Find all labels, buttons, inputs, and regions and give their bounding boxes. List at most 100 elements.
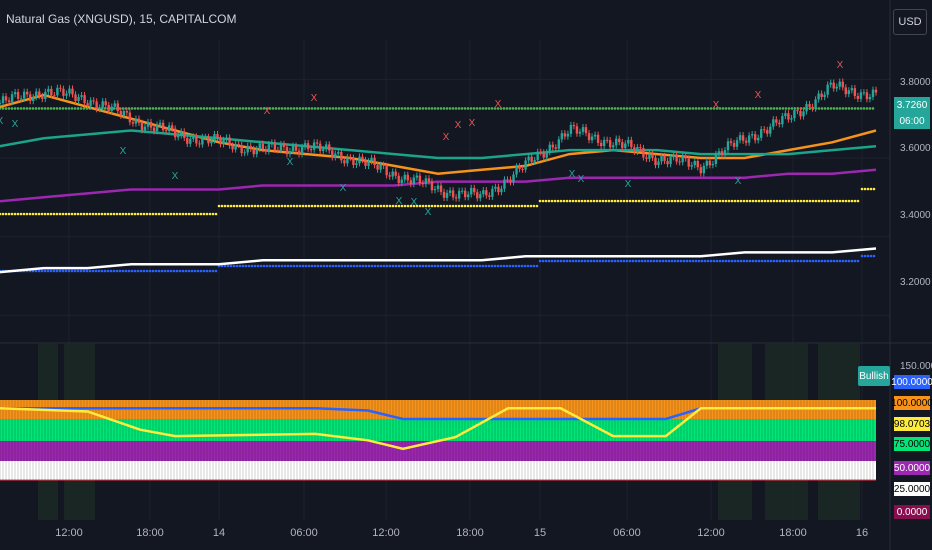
last-price-dot	[22, 107, 26, 110]
candle-body	[548, 144, 551, 153]
support-dot	[808, 199, 812, 203]
candle-body	[35, 91, 38, 98]
chart-title: Natural Gas (XNGUSD), 15, CAPITALCOM	[6, 12, 237, 26]
support-dot	[304, 204, 308, 208]
last-price-dot	[136, 107, 140, 110]
support-dot	[166, 212, 170, 216]
support-dot	[181, 212, 185, 216]
last-price-dot	[322, 107, 326, 110]
support-dot	[361, 264, 365, 268]
support-dot	[283, 204, 287, 208]
support-dot	[496, 204, 500, 208]
signal-x-marker: X	[578, 174, 585, 185]
last-price-dot	[298, 107, 302, 110]
support-dot	[79, 212, 83, 216]
last-price-dot	[775, 107, 779, 110]
candle-body	[485, 190, 488, 196]
support-dot	[721, 259, 725, 263]
candle-body	[19, 98, 23, 100]
y-tick-label: 3.4000	[900, 210, 931, 221]
support-dot	[772, 199, 776, 203]
support-dot	[172, 269, 176, 273]
last-price-dot	[694, 107, 698, 110]
signal-x-marker: X	[625, 179, 632, 190]
support-dot	[445, 264, 449, 268]
indicator-value-label: 25.0000	[893, 482, 931, 496]
last-price-dot	[319, 107, 323, 110]
currency-button[interactable]: USD	[893, 9, 927, 35]
signal-x-marker: X	[735, 176, 742, 187]
candle-body	[463, 190, 467, 198]
last-price-dot	[391, 107, 395, 110]
candle-body	[817, 93, 820, 100]
support-dot	[766, 199, 770, 203]
last-price-dot	[367, 107, 371, 110]
last-price-dot	[577, 107, 581, 110]
last-price-dot	[289, 107, 293, 110]
last-price-dot	[604, 107, 608, 110]
candle-body	[397, 175, 400, 184]
support-dot	[142, 212, 146, 216]
candle-body	[231, 145, 234, 150]
candle-body	[382, 164, 385, 166]
candle-body	[645, 157, 648, 159]
candle-body	[297, 150, 301, 155]
support-dot	[370, 264, 374, 268]
support-dot	[430, 264, 434, 268]
support-dot	[448, 204, 452, 208]
last-price-dot	[832, 107, 836, 110]
support-dot	[283, 264, 287, 268]
candle-body	[4, 96, 8, 101]
support-dot	[547, 199, 551, 203]
support-dot	[649, 199, 653, 203]
support-dot	[781, 259, 785, 263]
support-dot	[196, 212, 200, 216]
support-dot	[97, 212, 101, 216]
last-price-dot	[148, 107, 152, 110]
support-dot	[46, 212, 50, 216]
last-price-dot	[856, 107, 860, 110]
candle-body	[593, 134, 597, 137]
support-dot	[256, 264, 260, 268]
support-dot	[475, 264, 479, 268]
support-dot	[811, 259, 815, 263]
candle-body	[451, 190, 455, 198]
candle-body	[331, 150, 334, 158]
signal-x-marker: X	[0, 116, 4, 127]
candle-body	[675, 154, 678, 162]
support-dot	[199, 212, 203, 216]
candle-body	[856, 95, 860, 99]
support-dot	[85, 212, 89, 216]
support-dot	[436, 264, 440, 268]
last-price-dot	[547, 107, 551, 110]
candle-body	[149, 121, 153, 128]
candle-body	[186, 137, 189, 144]
support-dot	[88, 212, 92, 216]
candle-body	[125, 111, 129, 113]
support-dot	[838, 199, 842, 203]
support-dot	[187, 269, 191, 273]
support-dot	[860, 187, 864, 191]
candle-body	[322, 149, 325, 151]
support-dot	[535, 204, 539, 208]
support-dot	[334, 264, 338, 268]
support-dot	[781, 199, 785, 203]
support-dot	[502, 204, 506, 208]
support-dot	[172, 212, 176, 216]
last-price-dot	[520, 107, 524, 110]
support-dot	[487, 264, 491, 268]
last-price-dot	[607, 107, 611, 110]
support-dot	[550, 259, 554, 263]
last-price-dot	[868, 107, 872, 110]
support-dot	[52, 269, 56, 273]
support-dot	[391, 264, 395, 268]
chart-canvas[interactable]: XXXXXXXXXXXXXXXXXXXXXX	[0, 0, 932, 550]
candle-body	[177, 135, 180, 138]
last-price-dot	[226, 107, 230, 110]
support-dot	[676, 259, 680, 263]
candle-body	[841, 81, 844, 88]
candle-body	[427, 178, 431, 182]
support-dot	[505, 204, 509, 208]
support-dot	[718, 199, 722, 203]
candle-body	[25, 91, 29, 95]
